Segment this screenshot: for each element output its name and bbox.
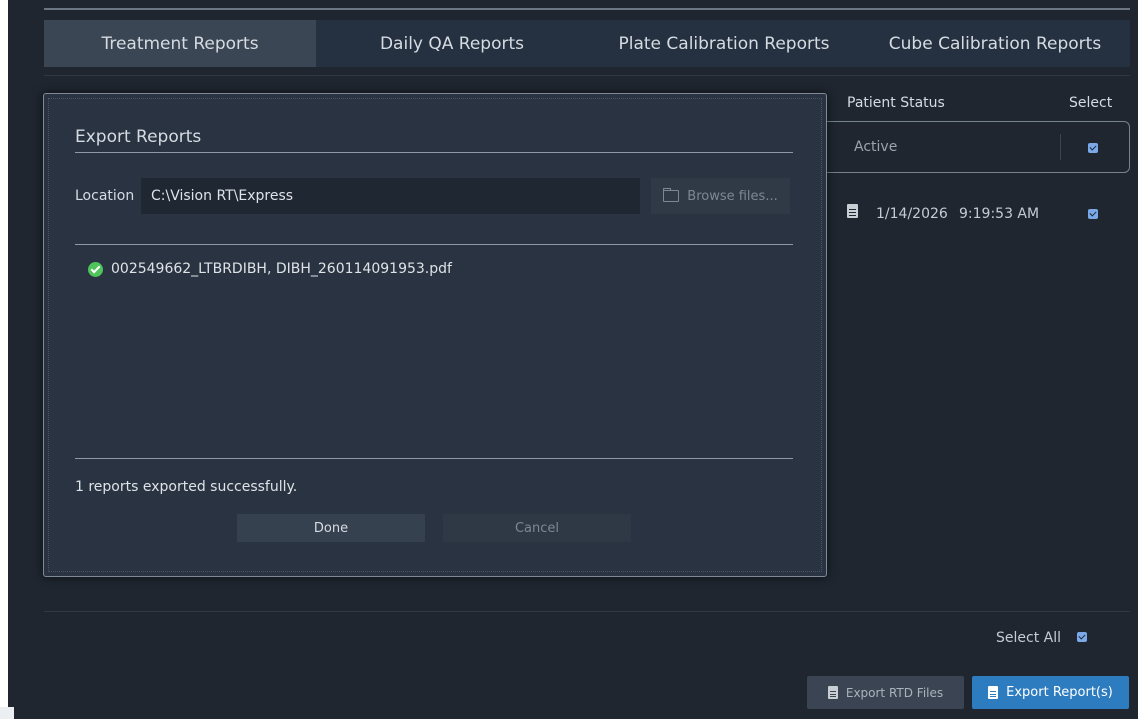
report-select-checkbox[interactable] <box>1088 209 1098 219</box>
window-corner <box>0 707 14 719</box>
location-label: Location <box>75 188 135 204</box>
export-reports-dialog <box>43 93 827 577</box>
patient-status-value: Active <box>854 139 898 155</box>
top-divider <box>44 8 1130 10</box>
export-reports-button[interactable]: Export Report(s) <box>972 676 1129 709</box>
dialog-inner-border <box>48 98 822 572</box>
location-input[interactable] <box>141 178 640 214</box>
dialog-title: Export Reports <box>75 127 202 147</box>
column-divider <box>1060 134 1061 160</box>
patient-status-header: Patient Status <box>847 95 945 111</box>
report-time: 9:19:53 AM <box>959 206 1040 222</box>
cancel-button[interactable]: Cancel <box>443 514 631 542</box>
select-header: Select <box>1069 95 1113 111</box>
exported-file-name: 002549662_LTBRDIBH, DIBH_260114091953.pd… <box>111 261 452 277</box>
document-icon <box>827 686 838 699</box>
tabs-divider <box>44 75 1130 76</box>
title-divider <box>75 152 793 153</box>
export-status-message: 1 reports exported successfully. <box>75 479 298 495</box>
export-reports-label: Export Report(s) <box>1006 685 1113 700</box>
document-icon <box>988 686 999 699</box>
patient-select-checkbox[interactable] <box>1088 143 1098 153</box>
export-rtd-files-button[interactable]: Export RTD Files <box>807 676 964 709</box>
folder-icon <box>663 188 680 202</box>
check-circle-icon <box>88 262 103 277</box>
files-divider <box>75 458 793 459</box>
browse-files-label: Browse files... <box>687 188 778 204</box>
browse-files-button[interactable]: Browse files... <box>651 178 790 214</box>
window-edge <box>0 0 8 719</box>
tab-plate-calibration-reports[interactable]: Plate Calibration Reports <box>588 20 860 67</box>
export-rtd-files-label: Export RTD Files <box>845 685 944 700</box>
tab-cube-calibration-reports[interactable]: Cube Calibration Reports <box>860 20 1130 67</box>
done-button[interactable]: Done <box>237 514 425 542</box>
report-date: 1/14/2026 <box>876 206 948 222</box>
tab-daily-qa-reports[interactable]: Daily QA Reports <box>316 20 588 67</box>
location-divider <box>75 244 793 245</box>
document-icon <box>847 204 858 218</box>
bottom-divider <box>44 611 1130 612</box>
tab-treatment-reports[interactable]: Treatment Reports <box>44 20 316 67</box>
select-all-label: Select All <box>996 630 1061 646</box>
select-all-checkbox[interactable] <box>1077 632 1087 642</box>
report-tabs: Treatment Reports Daily QA Reports Plate… <box>44 20 1130 67</box>
